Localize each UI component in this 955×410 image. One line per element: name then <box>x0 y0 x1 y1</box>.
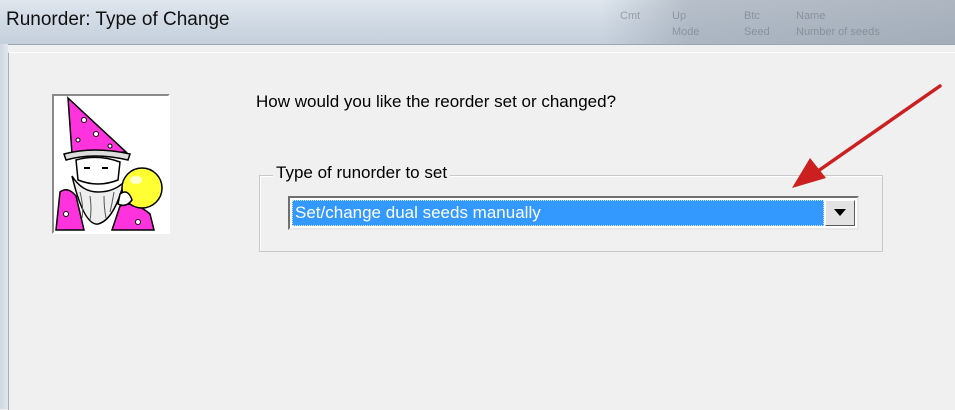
chevron-down-icon <box>834 209 846 216</box>
dropdown-button[interactable] <box>825 200 855 226</box>
runorder-type-combobox[interactable]: Set/change dual seeds manually <box>288 196 859 230</box>
red-arrow-icon <box>792 84 942 188</box>
title-bar[interactable]: Cmt Up Btc Name Mode Seed Number of seed… <box>0 0 955 45</box>
wizard-image <box>52 94 170 234</box>
background-text: Name <box>796 10 826 22</box>
window-title: Runorder: Type of Change <box>6 9 230 30</box>
background-text: Number of seeds <box>796 26 880 38</box>
background-text: Up <box>672 10 687 22</box>
combobox-selected-value[interactable]: Set/change dual seeds manually <box>292 200 824 226</box>
background-window-ghost <box>600 0 955 44</box>
dialog-question: How would you like the reorder set or ch… <box>256 92 617 111</box>
background-text: Seed <box>744 26 770 38</box>
background-text: Mode <box>672 26 700 38</box>
background-text: Cmt <box>620 10 641 22</box>
group-label: Type of runorder to set <box>273 163 451 183</box>
window-frame-edge <box>0 44 8 409</box>
wizard-icon <box>55 96 163 231</box>
background-text: Btc <box>744 10 760 22</box>
